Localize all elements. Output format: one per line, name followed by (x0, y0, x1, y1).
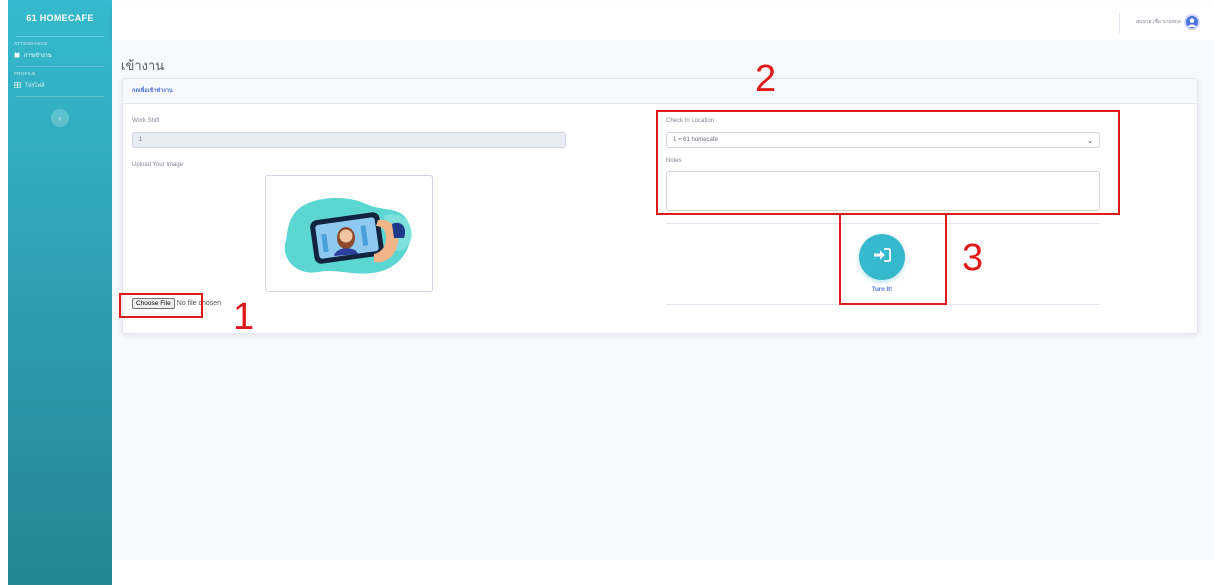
sidebar-heading-profile: PROFILE (14, 71, 36, 76)
topbar-divider (1119, 13, 1120, 33)
annotation-number-2: 2 (755, 58, 777, 100)
user-avatar-icon (1184, 14, 1200, 30)
upload-image-label: Upload Your Image (132, 162, 184, 168)
image-preview (265, 175, 433, 292)
sidebar-toggle-button[interactable]: ‹ (51, 109, 69, 127)
brand-logo[interactable]: 61 HOMECAFE (8, 0, 112, 36)
selfie-phone-illustration (284, 198, 412, 274)
annotation-box-1 (119, 293, 203, 318)
card-header: กดเพื่อเข้าทำงาน (123, 79, 1197, 104)
app-root: 61 HOMECAFE ATTENDANCE การเข้างาน PROFIL… (0, 0, 1214, 585)
sidebar-heading-attendance: ATTENDANCE (14, 41, 48, 46)
sidebar-item-attendance[interactable]: การเข้างาน (8, 46, 112, 66)
grid-icon (13, 81, 22, 90)
annotation-box-3 (839, 213, 947, 305)
sidebar-item-label: โปรไฟล์ (25, 83, 45, 89)
user-menu[interactable]: สมชาย เชื่อ นามสกุล (1136, 14, 1200, 30)
annotation-number-3: 3 (962, 237, 984, 279)
sidebar-item-profile[interactable]: โปรไฟล์ (8, 76, 112, 96)
annotation-box-2 (656, 110, 1120, 215)
calendar-icon (14, 52, 20, 60)
annotation-number-1: 1 (233, 296, 255, 338)
topbar: สมชาย เชื่อ นามสกุล (112, 6, 1214, 40)
sidebar: 61 HOMECAFE ATTENDANCE การเข้างาน PROFIL… (8, 0, 112, 585)
work-shift-field: 1 (132, 132, 566, 148)
sidebar-item-label: การเข้างาน (24, 53, 52, 59)
page-title: เข้างาน (121, 58, 165, 73)
work-shift-label: Work Shift (132, 118, 160, 124)
user-name: สมชาย เชื่อ นามสกุล (1135, 19, 1181, 25)
sidebar-divider (16, 96, 104, 97)
chevron-left-icon: ‹ (58, 113, 62, 123)
